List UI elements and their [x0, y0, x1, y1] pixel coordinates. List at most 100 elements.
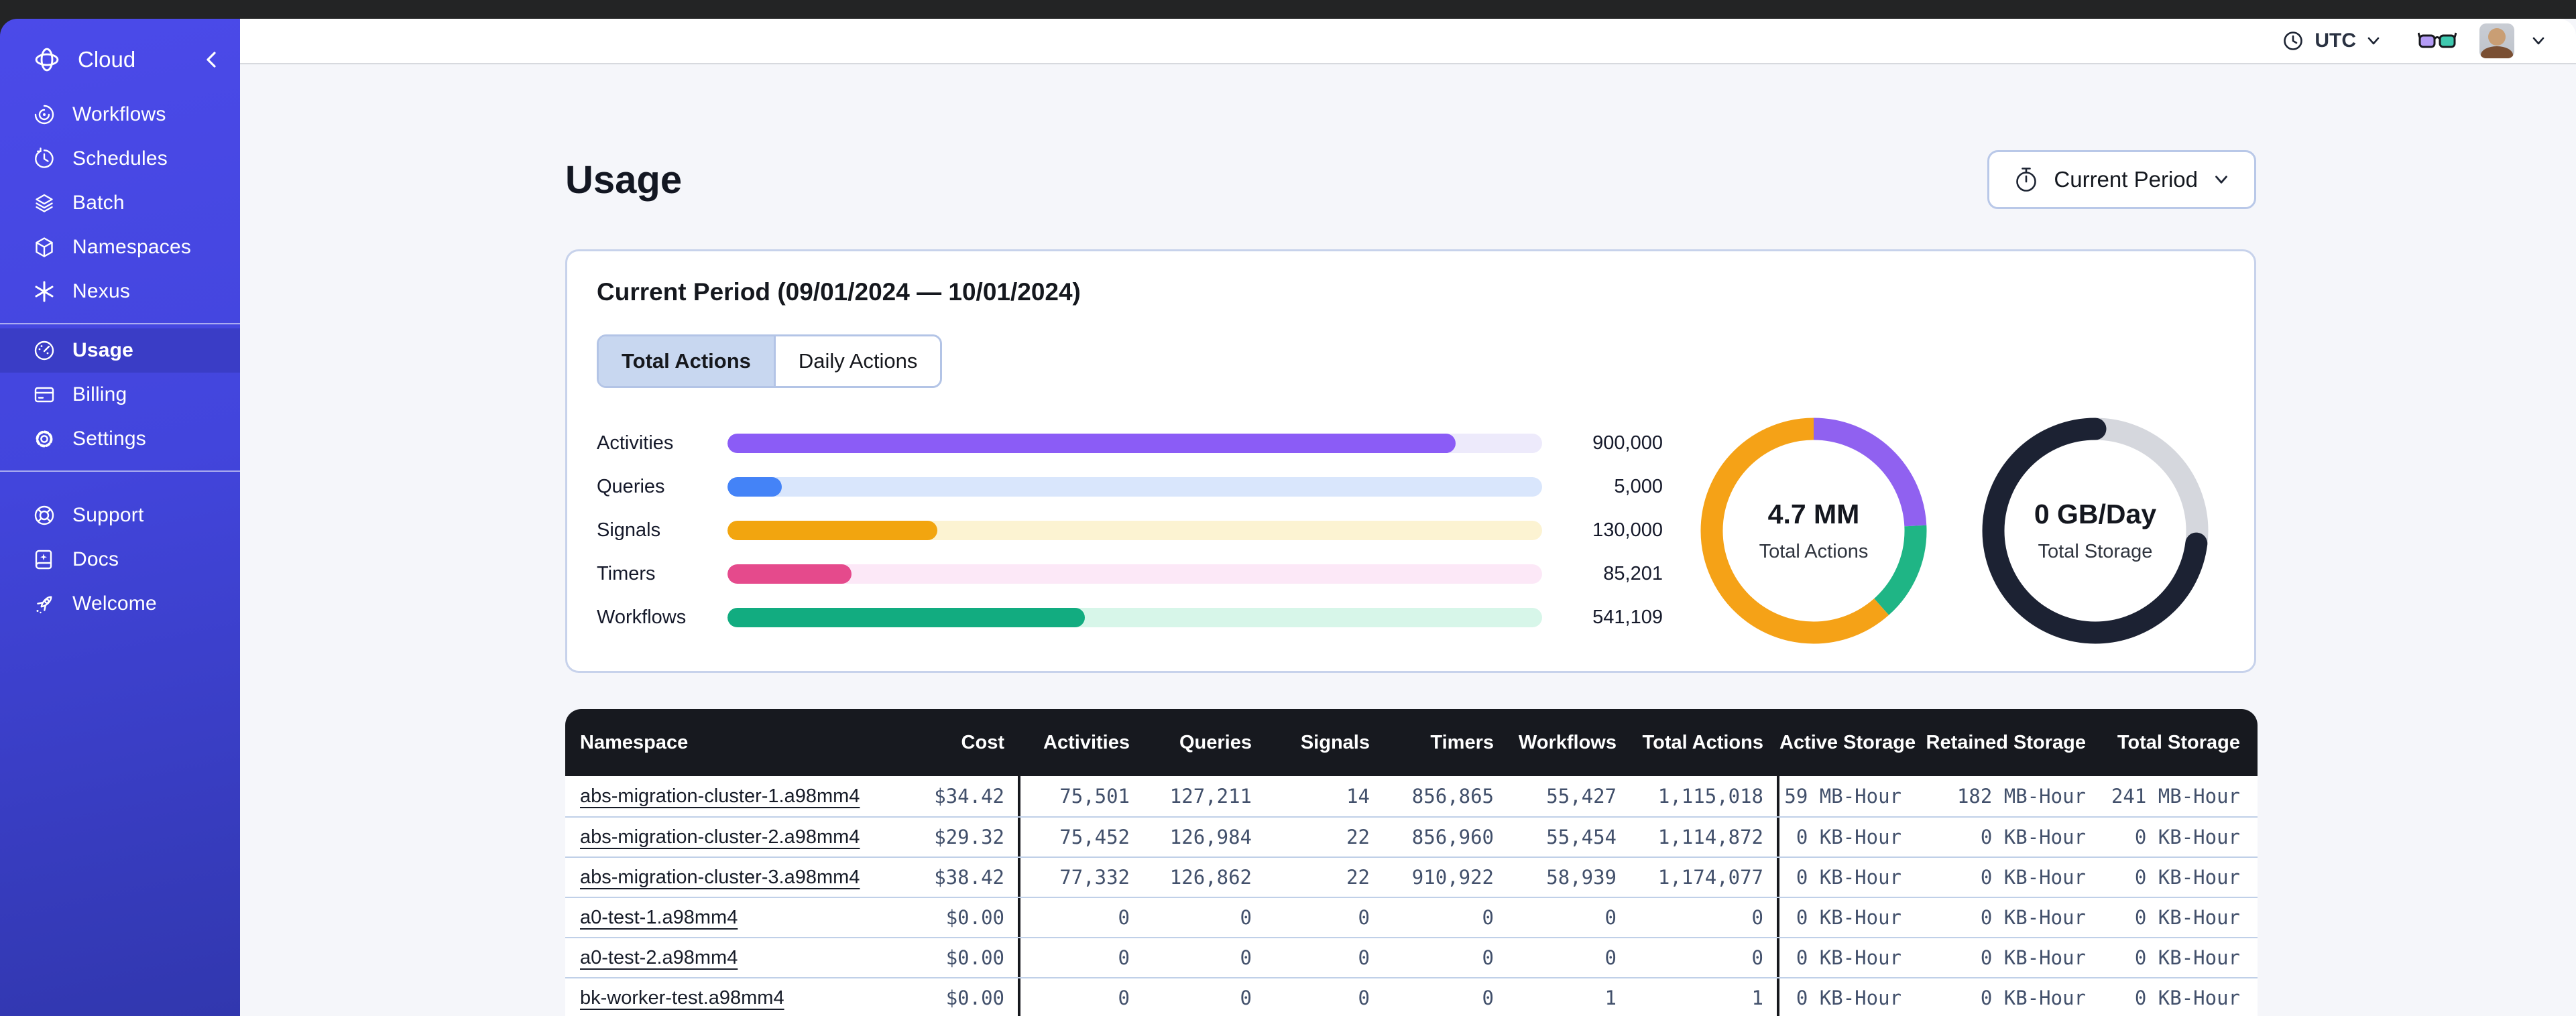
- value-cell: 1,115,018: [1657, 785, 1763, 808]
- value-cell: 55,454: [1546, 826, 1617, 848]
- account-menu-chevron-icon[interactable]: [2529, 31, 2548, 50]
- header-cell: Total Storage: [2117, 731, 2240, 753]
- total-storage-donut: 0 GB/Day Total Storage: [1971, 407, 2219, 655]
- value-cell: 0 KB-Hour: [2134, 826, 2240, 848]
- sidebar-item-usage[interactable]: Usage: [0, 328, 240, 373]
- value-cell: 0: [1358, 987, 1370, 1009]
- value-cell: 0: [1118, 946, 1130, 969]
- value-cell: 22: [1346, 826, 1370, 848]
- usage-gauge-icon: [34, 340, 54, 361]
- actions-bar-chart: Activities 900,000 Queries 5,000 Signals: [597, 422, 1663, 670]
- tab-total-actions[interactable]: Total Actions: [599, 336, 774, 386]
- sidebar-item-docs[interactable]: Docs: [0, 537, 240, 582]
- bar-row-activities: Activities 900,000: [597, 432, 1663, 454]
- welcome-rocket-icon: [36, 596, 52, 614]
- value-cell: 126,862: [1169, 866, 1252, 889]
- collapse-sidebar-icon[interactable]: [202, 48, 220, 72]
- namespace-link[interactable]: a0-test-2.a98mm4: [580, 947, 738, 968]
- namespace-link[interactable]: abs-migration-cluster-2.a98mm4: [580, 826, 860, 848]
- sidebar-item-welcome[interactable]: Welcome: [0, 582, 240, 626]
- value-cell: $0.00: [945, 987, 1004, 1009]
- value-cell: 1,114,872: [1657, 826, 1763, 848]
- sidebar-item-batch[interactable]: Batch: [0, 181, 240, 225]
- namespace-cell: bk-worker-test.a98mm4: [565, 987, 912, 1009]
- table-row: a0-test-2.a98mm4 $0.00 0 0 0 0 0 0 0 KB-Hour 0 KB…: [565, 937, 2258, 977]
- value-cell: $0.00: [945, 906, 1004, 929]
- namespace-link[interactable]: a0-test-1.a98mm4: [580, 907, 738, 928]
- value-cell: 0 KB-Hour: [1980, 866, 2086, 889]
- total-actions-donut: 4.7 MM Total Actions: [1690, 407, 1938, 655]
- timezone-selector[interactable]: UTC: [2281, 29, 2383, 53]
- table-row: a0-test-1.a98mm4 $0.00 0 0 0 0 0 0 0 KB-Hour 0 KB…: [565, 897, 2258, 937]
- billing-card-icon: [34, 387, 54, 403]
- schedules-icon: [35, 147, 54, 168]
- value-cell: 856,865: [1411, 785, 1494, 808]
- bar-row-queries: Queries 5,000: [597, 476, 1663, 497]
- value-cell: 0 KB-Hour: [1796, 987, 1901, 1009]
- value-cell: 0: [1118, 987, 1130, 1009]
- bar-row-timers: Timers 85,201: [597, 563, 1663, 584]
- value-cell: 856,960: [1411, 826, 1494, 848]
- namespace-cell: abs-migration-cluster-2.a98mm4: [565, 826, 912, 848]
- namespace-link[interactable]: abs-migration-cluster-1.a98mm4: [580, 785, 860, 807]
- user-avatar[interactable]: [2479, 23, 2514, 58]
- bar-row-workflows: Workflows 541,109: [597, 607, 1663, 628]
- sidebar-item-billing[interactable]: Billing: [0, 373, 240, 417]
- sidebar-item-schedules[interactable]: Schedules: [0, 137, 240, 181]
- sidebar: Cloud Workflows Schedules Batch Namespac…: [0, 19, 240, 1016]
- temporal-logo-icon: [35, 48, 59, 72]
- value-cell: 0 KB-Hour: [1796, 826, 1901, 848]
- value-cell: 0: [1751, 946, 1763, 969]
- value-cell: 0: [1482, 946, 1494, 969]
- main-area: UTC Usage Current Period Current Period …: [240, 19, 2576, 1016]
- header-cell: Namespace: [580, 731, 689, 753]
- settings-gear-icon: [36, 430, 53, 448]
- sidebar-item-nexus[interactable]: Nexus: [0, 269, 240, 314]
- namespace-cell: a0-test-2.a98mm4: [565, 947, 912, 969]
- labs-glasses-icon[interactable]: [2418, 29, 2457, 52]
- value-cell: 0 KB-Hour: [2134, 906, 2240, 929]
- namespace-cell: abs-migration-cluster-3.a98mm4: [565, 867, 912, 889]
- sidebar-item-namespaces[interactable]: Namespaces: [0, 225, 240, 269]
- value-cell: 14: [1346, 785, 1370, 808]
- value-cell: $34.42: [934, 785, 1004, 808]
- value-cell: 0: [1751, 906, 1763, 929]
- value-cell: 910,922: [1411, 866, 1494, 889]
- value-cell: $0.00: [945, 946, 1004, 969]
- namespace-link[interactable]: bk-worker-test.a98mm4: [580, 987, 784, 1009]
- value-cell: 0: [1358, 906, 1370, 929]
- total-storage-label: Total Storage: [2038, 541, 2153, 562]
- value-cell: 75,501: [1059, 785, 1130, 808]
- value-cell: 1,174,077: [1657, 866, 1763, 889]
- value-cell: 182 MB-Hour: [1956, 785, 2086, 808]
- brand-row[interactable]: Cloud: [0, 31, 240, 88]
- header-cell: Signals: [1300, 731, 1370, 753]
- period-selector-button[interactable]: Current Period: [1987, 150, 2256, 209]
- sidebar-divider: [0, 470, 240, 472]
- namespace-link[interactable]: abs-migration-cluster-3.a98mm4: [580, 867, 860, 888]
- value-cell: 59 MB-Hour: [1784, 785, 1901, 808]
- value-cell: 0: [1240, 906, 1252, 929]
- value-cell: 1: [1604, 987, 1617, 1009]
- chevron-down-icon: [2215, 176, 2227, 184]
- value-cell: $38.42: [934, 866, 1004, 889]
- sidebar-item-settings[interactable]: Settings: [0, 417, 240, 461]
- tab-daily-actions[interactable]: Daily Actions: [773, 336, 941, 386]
- sidebar-item-workflows[interactable]: Workflows: [0, 92, 240, 137]
- header-cell: Workflows: [1518, 731, 1617, 753]
- header-cell: Total Actions: [1642, 731, 1763, 753]
- sidebar-item-support[interactable]: Support: [0, 493, 240, 537]
- page-content: Usage Current Period Current Period (09/…: [240, 66, 2576, 1016]
- clock-icon: [2284, 31, 2303, 50]
- chevron-down-icon: [2367, 37, 2380, 45]
- sidebar-group-help: Support Docs Welcome: [0, 489, 240, 635]
- batch-layers-icon: [36, 194, 53, 212]
- header-cell: Active Storage: [1779, 731, 1916, 753]
- table-row: bk-worker-test.a98mm4 $0.00 0 0 0 0 1 1 0 KB-Hou…: [565, 977, 2258, 1016]
- header-cell: Cost: [961, 731, 1004, 753]
- value-cell: 58,939: [1546, 866, 1617, 889]
- app-window: Cloud Workflows Schedules Batch Namespac…: [0, 19, 2576, 1016]
- sidebar-group-account: Usage Billing Settings: [0, 324, 240, 470]
- value-cell: 0: [1118, 906, 1130, 929]
- header-cell: Queries: [1179, 731, 1252, 753]
